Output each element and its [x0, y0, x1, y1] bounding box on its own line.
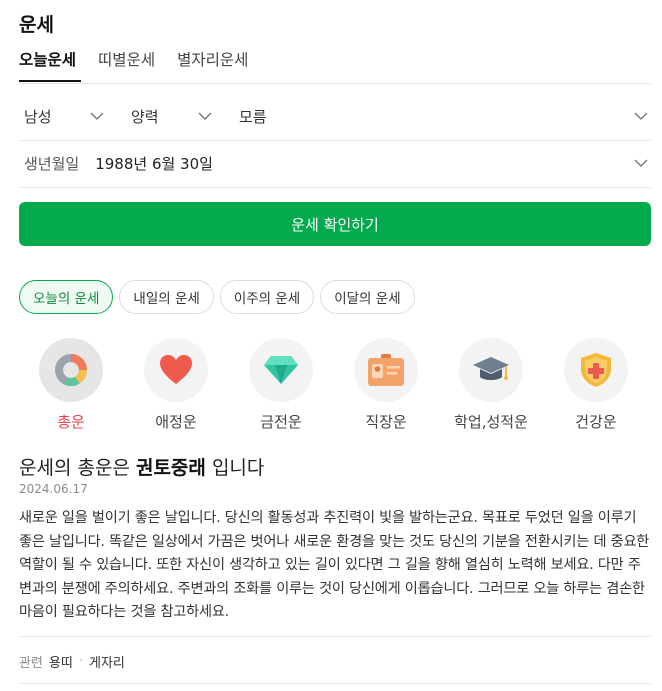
fortune-tabs: 오늘운세 띠별운세 별자리운세	[19, 48, 248, 70]
donut-chart-icon	[55, 354, 87, 386]
result-date: 2024.06.17	[19, 482, 88, 496]
category-work-label: 직장운	[365, 413, 407, 431]
chevron-down-icon	[198, 109, 212, 123]
birthdate-select[interactable]: 생년월일 1988년 6월 30일	[24, 139, 648, 188]
category-love[interactable]: 애정운	[126, 338, 226, 432]
graduation-cap-icon	[473, 357, 509, 380]
category-study-label: 학업,성적운	[454, 413, 528, 431]
category-work[interactable]: 직장운	[336, 338, 436, 432]
birth-time-select-value: 모름	[239, 108, 267, 126]
result-title-prefix: 운세의 총운은	[19, 457, 130, 479]
category-study-circle	[459, 338, 523, 402]
category-love-circle	[144, 338, 208, 402]
id-badge-icon	[368, 354, 404, 386]
select-row-1: 남성 양력 모름	[19, 92, 651, 141]
chevron-down-icon	[90, 109, 104, 123]
pill-tomorrow-fortune[interactable]: 내일의 운세	[119, 280, 214, 314]
category-overall-circle	[39, 338, 103, 402]
bottom-divider	[19, 636, 651, 637]
check-fortune-button[interactable]: 운세 확인하기	[19, 202, 651, 246]
category-work-circle	[354, 338, 418, 402]
health-shield-icon	[581, 353, 611, 387]
birthdate-label: 생년월일	[24, 155, 80, 173]
pill-week-fortune[interactable]: 이주의 운세	[219, 280, 315, 314]
chevron-down-icon	[634, 109, 648, 123]
page-title: 운세	[19, 14, 54, 36]
gender-select-value: 남성	[24, 108, 52, 126]
result-keyword: 권토중래	[135, 457, 206, 479]
period-pills: 오늘의 운세 내일의 운세 이주의 운세 이달의 운세	[19, 280, 415, 314]
related-link-dragon[interactable]: 용띠	[49, 652, 73, 671]
calendar-select[interactable]: 양력	[131, 92, 212, 141]
category-health-circle	[564, 338, 628, 402]
related-label: 관련	[19, 656, 43, 671]
tab-zodiac-animal-fortune[interactable]: 띠별운세	[98, 48, 155, 70]
heart-icon	[160, 355, 192, 384]
category-study[interactable]: 학업,성적운	[441, 338, 541, 432]
category-overall[interactable]: 총운	[21, 338, 121, 432]
result-title: 운세의 총운은 권토중래 입니다	[19, 453, 264, 480]
fortune-categories: 총운 애정운 금전운 직장운 학업,성적운 건강운	[19, 338, 651, 438]
related-links: 관련 용띠 · 게자리	[19, 652, 125, 671]
category-health[interactable]: 건강운	[546, 338, 646, 432]
category-health-label: 건강운	[575, 413, 617, 431]
category-money-label: 금전운	[260, 413, 302, 431]
tab-today-fortune[interactable]: 오늘운세	[19, 48, 76, 70]
gender-select[interactable]: 남성	[24, 92, 104, 141]
tabs-divider	[19, 83, 651, 84]
pill-month-fortune[interactable]: 이달의 운세	[320, 280, 415, 314]
result-body-text: 새로운 일을 벌이기 좋은 날입니다. 당신의 활동성과 추진력이 빛을 발하는…	[19, 510, 650, 621]
birthdate-row: 생년월일 1988년 6월 30일	[19, 139, 651, 188]
result-title-suffix: 입니다	[211, 457, 265, 479]
birthdate-value: 1988년 6월 30일	[95, 155, 213, 173]
diamond-icon	[264, 356, 298, 384]
pill-today-fortune[interactable]: 오늘의 운세	[19, 280, 114, 314]
birth-time-select[interactable]: 모름	[239, 92, 648, 141]
category-money[interactable]: 금전운	[231, 338, 331, 432]
tab-constellation-fortune[interactable]: 별자리운세	[177, 48, 248, 70]
active-tab-indicator	[19, 80, 81, 82]
separator-dot: ·	[78, 654, 83, 669]
category-overall-label: 총운	[57, 413, 85, 431]
category-love-label: 애정운	[155, 413, 197, 431]
bottom-divider-2	[19, 683, 651, 684]
related-link-cancer[interactable]: 게자리	[89, 652, 125, 671]
calendar-select-value: 양력	[131, 108, 159, 126]
category-money-circle	[249, 338, 313, 402]
chevron-down-icon	[634, 156, 648, 170]
